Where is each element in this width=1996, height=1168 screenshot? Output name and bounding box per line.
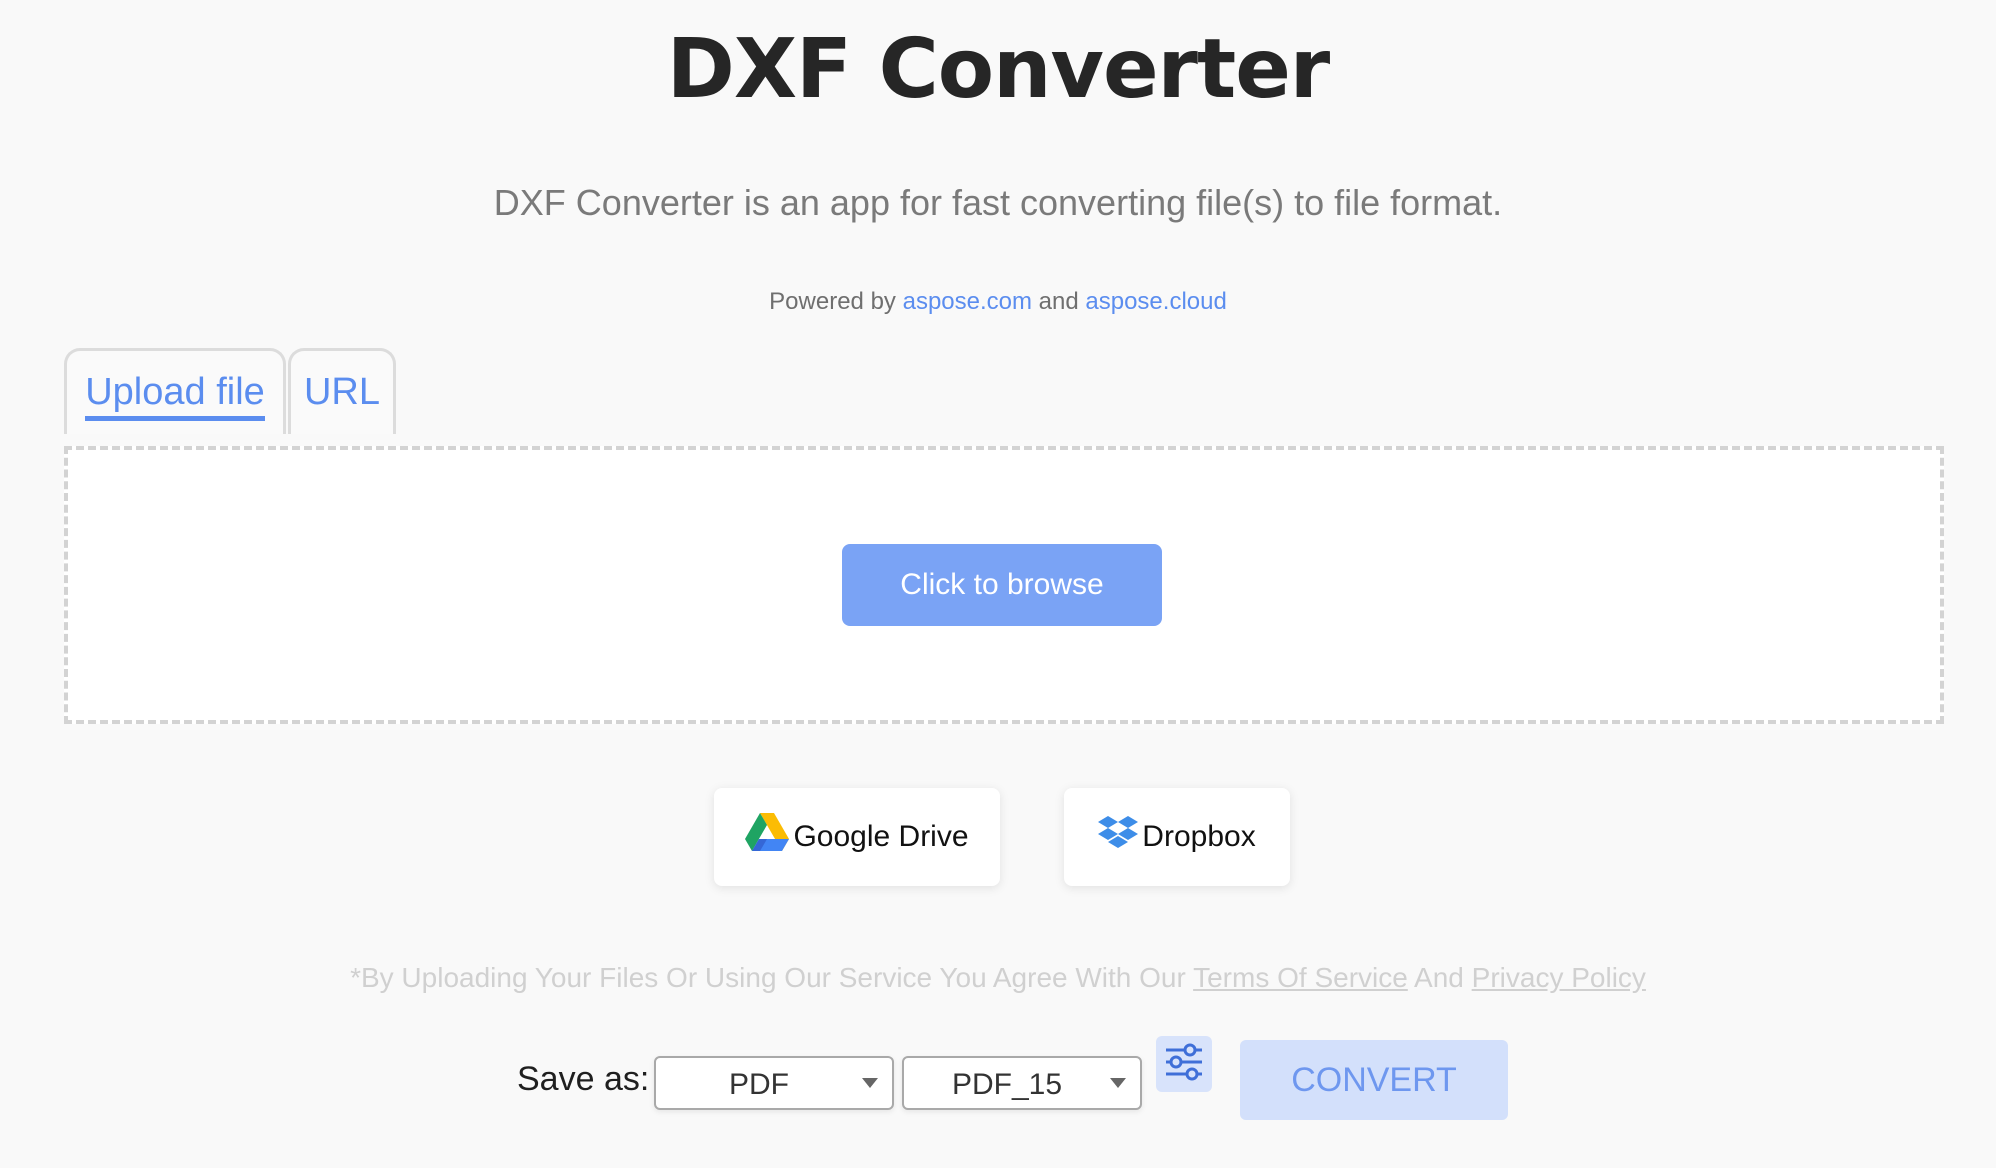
dropbox-icon xyxy=(1098,814,1142,860)
tab-upload-file[interactable]: Upload file xyxy=(64,348,286,434)
dropbox-label: Dropbox xyxy=(1142,820,1256,853)
page-subtitle: DXF Converter is an app for fast convert… xyxy=(493,182,1503,223)
powered-prefix: Powered by xyxy=(769,288,896,315)
powered-and: and xyxy=(1038,288,1079,315)
tab-url-label: URL xyxy=(303,371,381,413)
aspose-cloud-link[interactable]: aspose.cloud xyxy=(1085,288,1226,315)
tab-url[interactable]: URL xyxy=(288,348,396,434)
chevron-down-icon xyxy=(1110,1078,1126,1088)
terms-prefix: *By Uploading Your Files Or Using Our Se… xyxy=(350,962,1186,993)
pdf-version-select[interactable]: PDF_15 xyxy=(902,1056,1142,1110)
output-format-value: PDF xyxy=(729,1068,789,1101)
upload-tabs: Upload file URL xyxy=(64,348,398,434)
convert-button[interactable]: CONVERT xyxy=(1240,1040,1508,1120)
powered-by: Powered by aspose.com and aspose.cloud xyxy=(0,288,1996,316)
output-format-select[interactable]: PDF xyxy=(654,1056,894,1110)
dropbox-button[interactable]: Dropbox xyxy=(1064,788,1290,886)
sliders-icon xyxy=(1162,1040,1206,1089)
terms-notice: *By Uploading Your Files Or Using Our Se… xyxy=(0,962,1996,994)
save-as-label: Save as: xyxy=(517,1060,650,1098)
settings-button[interactable] xyxy=(1156,1036,1212,1092)
chevron-down-icon xyxy=(862,1078,878,1088)
terms-and: And xyxy=(1414,962,1464,993)
tab-upload-file-label: Upload file xyxy=(85,371,265,421)
google-drive-label: Google Drive xyxy=(793,820,969,853)
google-drive-button[interactable]: Google Drive xyxy=(714,788,1000,886)
privacy-policy-link[interactable]: Privacy Policy xyxy=(1472,962,1646,993)
pdf-version-value: PDF_15 xyxy=(951,1068,1063,1101)
terms-of-service-link[interactable]: Terms Of Service xyxy=(1193,962,1408,993)
aspose-com-link[interactable]: aspose.com xyxy=(903,288,1032,315)
page-title: DXF Converter xyxy=(666,22,1331,117)
google-drive-icon xyxy=(745,813,793,861)
browse-button[interactable]: Click to browse xyxy=(842,544,1162,626)
